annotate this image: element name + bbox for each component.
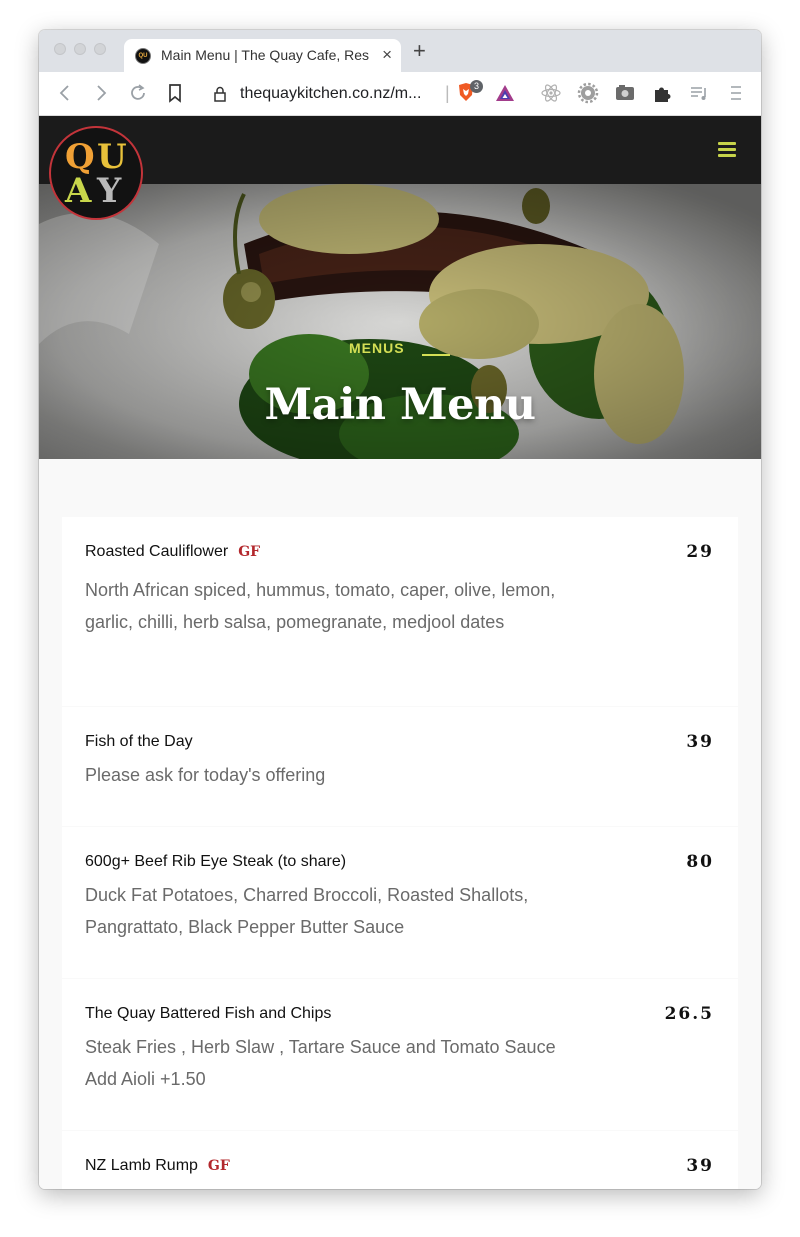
- brave-rewards-icon[interactable]: [494, 82, 516, 104]
- new-tab-button[interactable]: +: [413, 40, 426, 62]
- menu-item-card: Roasted Cauliflower GF 29 North African s…: [62, 517, 738, 706]
- gluten-free-badge: GF: [238, 544, 261, 560]
- menu-item-price: 29: [686, 542, 714, 562]
- menu-item-name: The Quay Battered Fish and Chips: [85, 1005, 332, 1022]
- menu-item-name: Roasted Cauliflower GF: [85, 543, 260, 561]
- quay-logo[interactable]: Q U A Y: [49, 126, 143, 220]
- quay-favicon-icon: QU: [135, 48, 151, 64]
- screen-capture-icon[interactable]: [614, 82, 636, 104]
- menu-item-description: Duck Fat Potatoes, Charred Broccoli, Roa…: [85, 885, 529, 937]
- site-header: [39, 116, 761, 184]
- back-arrow-icon[interactable]: [54, 82, 76, 104]
- web-page: MENUS Main Menu Q U A Y Roasted Cauliflo…: [39, 116, 761, 1189]
- menu-item-name: Fish of the Day: [85, 733, 193, 750]
- zoom-window-button[interactable]: [94, 43, 106, 55]
- hamburger-menu-icon[interactable]: [718, 142, 736, 157]
- hero-category-label: MENUS: [349, 340, 405, 356]
- menu-item-price: 80: [686, 852, 714, 872]
- browser-toolbar: thequaykitchen.co.nz/m... | 3: [39, 72, 761, 116]
- settings-gear-icon[interactable]: [577, 82, 599, 104]
- menu-item-card: Fish of the Day 39 Please ask for today'…: [62, 707, 738, 826]
- bookmark-icon[interactable]: [164, 82, 186, 104]
- lock-icon: [214, 86, 226, 102]
- extensions-puzzle-icon[interactable]: [651, 82, 673, 104]
- menu-item-description: North African spiced, hummus, tomato, ca…: [85, 580, 556, 632]
- browser-tab[interactable]: QU Main Menu | The Quay Cafe, Res ×: [124, 39, 401, 72]
- menu-item-title: NZ Lamb Rump: [85, 1157, 198, 1174]
- close-window-button[interactable]: [54, 43, 66, 55]
- minimize-window-button[interactable]: [74, 43, 86, 55]
- menu-item-name: NZ Lamb Rump GF: [85, 1157, 230, 1175]
- hero-banner: MENUS Main Menu: [39, 184, 761, 459]
- menu-item-card: The Quay Battered Fish and Chips 26.5 St…: [62, 979, 738, 1130]
- hero-accent-line: [422, 354, 450, 356]
- browser-window: QU Main Menu | The Quay Cafe, Res × + th…: [39, 30, 761, 1189]
- logo-letter: A: [65, 171, 92, 211]
- react-devtools-icon[interactable]: [540, 82, 562, 104]
- page-title: Main Menu: [264, 380, 536, 430]
- tab-title: Main Menu | The Quay Cafe, Res: [161, 47, 370, 63]
- logo-letter: Q: [65, 137, 95, 177]
- tab-strip: QU Main Menu | The Quay Cafe, Res × +: [39, 30, 761, 72]
- brave-badge: 3: [470, 80, 483, 93]
- forward-arrow-icon[interactable]: [90, 82, 112, 104]
- gluten-free-badge: GF: [207, 1158, 230, 1174]
- menu-item-extra: Add Aioli +1.50: [85, 1069, 206, 1089]
- media-playlist-icon[interactable]: [688, 82, 710, 104]
- menu-item-card: 600g+ Beef Rib Eye Steak (to share) 80 D…: [62, 827, 738, 978]
- menu-item-description: Please ask for today's offering: [85, 765, 326, 785]
- url-text: thequaykitchen.co.nz/m...: [240, 85, 422, 102]
- menu-item-price: 39: [686, 732, 714, 752]
- url-separator: |: [445, 83, 450, 103]
- menu-item-name: 600g+ Beef Rib Eye Steak (to share): [85, 853, 347, 870]
- menu-item-title: Roasted Cauliflower: [85, 543, 229, 560]
- menu-item-price: 39: [686, 1156, 714, 1176]
- logo-letter: U: [97, 137, 127, 177]
- logo-letter: Y: [97, 171, 122, 211]
- menu-item-description: Steak Fries , Herb Slaw , Tartare Sauce …: [85, 1037, 556, 1057]
- reload-icon[interactable]: [127, 82, 149, 104]
- menu-item-card: NZ Lamb Rump GF 39: [62, 1131, 738, 1189]
- tab-close-icon[interactable]: ×: [382, 45, 392, 65]
- menu-item-price: 26.5: [664, 1004, 714, 1024]
- browser-menu-icon[interactable]: [725, 82, 747, 104]
